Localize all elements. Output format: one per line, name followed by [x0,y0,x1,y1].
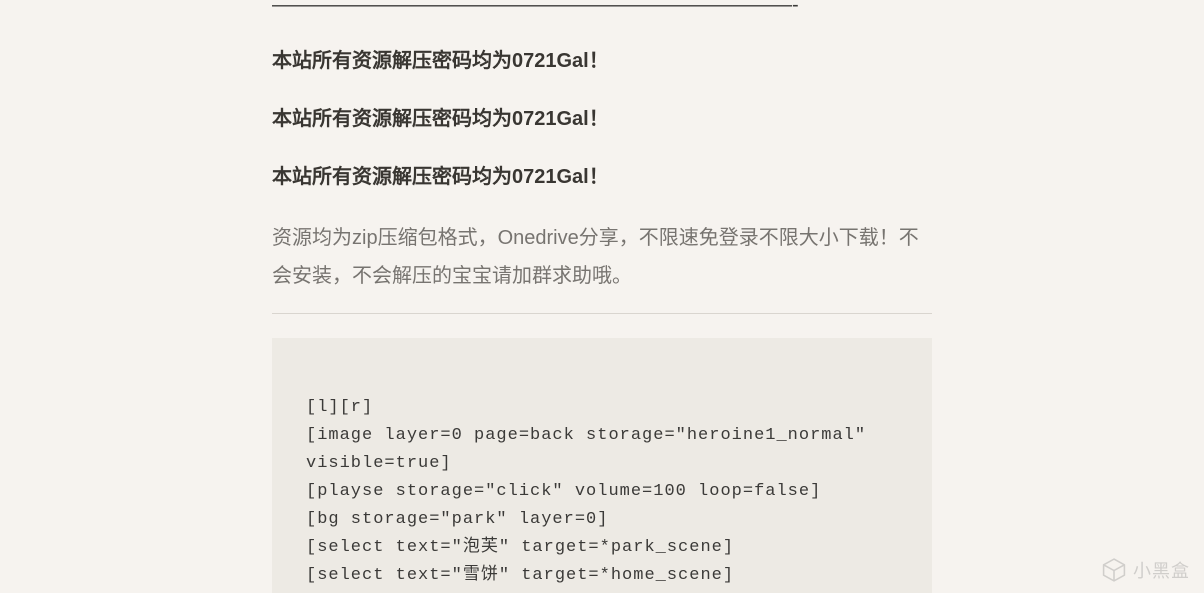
code-line: [select text="雪饼" target=*home_scene] [306,566,734,585]
resource-description: 资源均为zip压缩包格式，Onedrive分享，不限速免登录不限大小下载！不会安… [272,219,932,295]
code-block: [l][r] [image layer=0 page=back storage=… [272,338,932,593]
code-line: [select text="泡芙" target=*park_scene] [306,538,734,557]
code-line: [l][r] [306,398,373,417]
password-notice-3: 本站所有资源解压密码均为0721Gal！ [272,161,932,193]
code-line: [image layer=0 page=back storage="heroin… [306,426,877,473]
password-notice-1: 本站所有资源解压密码均为0721Gal！ [272,45,932,77]
watermark: 小黑盒 [1101,557,1190,583]
watermark-text: 小黑盒 [1133,557,1190,583]
divider-dashes: ——————————————————————————- [272,0,932,17]
password-notice-2: 本站所有资源解压密码均为0721Gal！ [272,103,932,135]
cube-icon [1101,557,1127,583]
code-line: [playse storage="click" volume=100 loop=… [306,482,821,501]
horizontal-rule [272,313,932,314]
article-content: ——————————————————————————- 本站所有资源解压密码均为… [272,0,932,593]
page-root: ——————————————————————————- 本站所有资源解压密码均为… [0,0,1204,593]
code-line: [bg storage="park" layer=0] [306,510,608,529]
